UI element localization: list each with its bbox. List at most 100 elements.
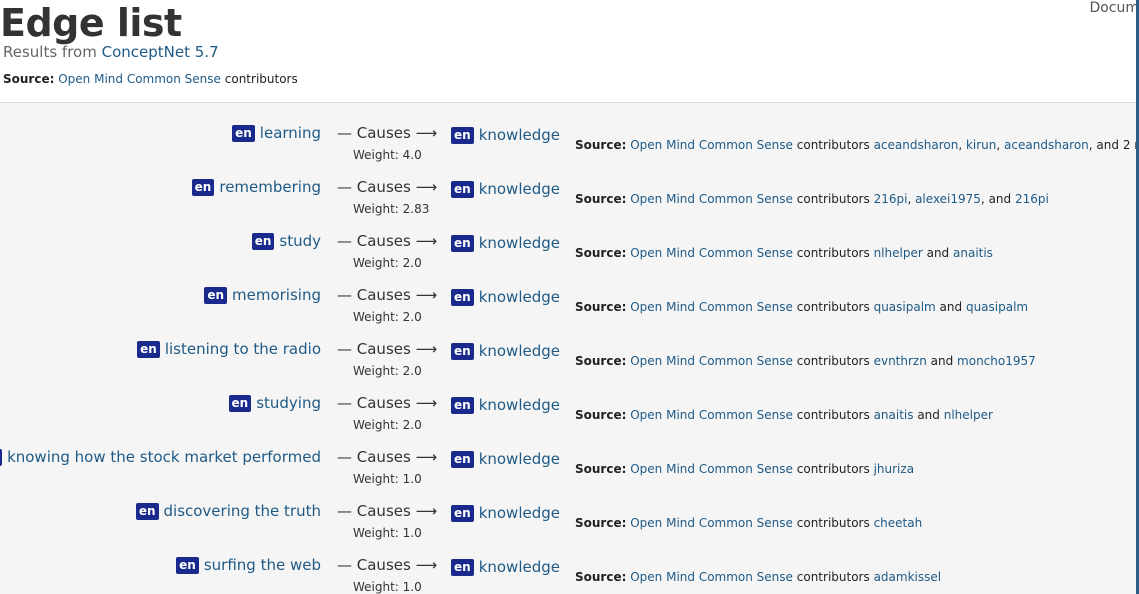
edge-source: Source: Open Mind Common Sense contribut… (575, 300, 1028, 314)
start-concept-link[interactable]: remembering (219, 178, 321, 196)
source-label: Source: (575, 138, 627, 152)
omcs-source-link[interactable]: Open Mind Common Sense (630, 516, 793, 530)
contributor-link[interactable]: quasipalm (966, 300, 1028, 314)
edge-source: Source: Open Mind Common Sense contribut… (575, 354, 1036, 368)
contributor-separator: , (996, 138, 1005, 152)
relation-link[interactable]: — Causes ⟶ (337, 393, 437, 413)
edge-end: en knowledge (451, 287, 560, 307)
contributor-link[interactable]: cheetah (874, 516, 923, 530)
edge-row: en knowing how the stock market performed… (0, 427, 1139, 486)
end-concept-link[interactable]: knowledge (479, 234, 560, 252)
contributor-link[interactable]: jhuriza (874, 462, 914, 476)
edge-end: en knowledge (451, 395, 560, 415)
start-concept-link[interactable]: discovering the truth (164, 502, 322, 520)
end-concept-link[interactable]: knowledge (479, 450, 560, 468)
edge-start: en learning (232, 123, 321, 143)
start-concept-link[interactable]: memorising (232, 286, 321, 304)
source-label: Source: (575, 462, 627, 476)
edge-row: en surfing the web — Causes ⟶ Weight: 1.0 en… (0, 535, 1139, 594)
start-concept-link[interactable]: surfing the web (204, 556, 321, 574)
language-badge: en (451, 343, 474, 360)
omcs-source-link[interactable]: Open Mind Common Sense (630, 192, 793, 206)
relation-link[interactable]: — Causes ⟶ (337, 501, 437, 521)
language-badge: en (451, 451, 474, 468)
start-concept-link[interactable]: listening to the radio (165, 340, 321, 358)
language-badge: en (451, 289, 474, 306)
language-badge: en (451, 127, 474, 144)
results-line: Results from ConceptNet 5.7 (3, 43, 219, 61)
contributor-link[interactable]: anaitis (953, 246, 993, 260)
end-concept-link[interactable]: knowledge (479, 126, 560, 144)
omcs-source-link[interactable]: Open Mind Common Sense (630, 354, 793, 368)
source-label: Source: (575, 246, 627, 260)
end-concept-link[interactable]: knowledge (479, 396, 560, 414)
contributors-label: contributors (796, 138, 870, 152)
omcs-source-link[interactable]: Open Mind Common Sense (630, 138, 793, 152)
contributor-link[interactable]: quasipalm (874, 300, 936, 314)
nav-documentation-link[interactable]: Docum (1089, 0, 1139, 16)
source-label: Source: (575, 408, 627, 422)
contributor-link[interactable]: alexei1975 (915, 192, 981, 206)
conceptnet-version-link[interactable]: ConceptNet 5.7 (102, 43, 219, 61)
contributors-label: contributors (796, 246, 870, 260)
contributors-label: contributors (796, 300, 870, 314)
contributor-link[interactable]: evnthrzn (874, 354, 927, 368)
edge-row: en study — Causes ⟶ Weight: 2.0 en knowledge S… (0, 211, 1139, 270)
start-concept-link[interactable]: study (279, 232, 321, 250)
source-label: Source: (575, 300, 627, 314)
language-badge: en (451, 181, 474, 198)
relation-link[interactable]: — Causes ⟶ (337, 231, 437, 251)
contributor-link[interactable]: 216pi (874, 192, 908, 206)
relation-link[interactable]: — Causes ⟶ (337, 339, 437, 359)
edge-weight: Weight: 1.0 (353, 580, 422, 594)
omcs-source-link[interactable]: Open Mind Common Sense (630, 246, 793, 260)
start-concept-link[interactable]: knowing how the stock market performed (7, 448, 321, 466)
omcs-source-link[interactable]: Open Mind Common Sense (630, 570, 793, 584)
edge-end: en knowledge (451, 125, 560, 145)
end-concept-link[interactable]: knowledge (479, 342, 560, 360)
contributor-link[interactable]: adamkissel (874, 570, 942, 584)
page-header: Edge list Results from ConceptNet 5.7 So… (0, 0, 1139, 103)
start-concept-link[interactable]: studying (256, 394, 321, 412)
contributors-label: contributors (796, 408, 870, 422)
edge-start: en studying (228, 393, 321, 413)
omcs-source-link[interactable]: Open Mind Common Sense (630, 300, 793, 314)
source-label: Source: (575, 192, 627, 206)
end-concept-link[interactable]: knowledge (479, 558, 560, 576)
language-badge: en (176, 557, 199, 574)
contributor-link[interactable]: aceandsharon (874, 138, 959, 152)
contributor-separator: and (935, 300, 966, 314)
start-concept-link[interactable]: learning (260, 124, 321, 142)
relation-link[interactable]: — Causes ⟶ (337, 555, 437, 575)
omcs-source-link[interactable]: Open Mind Common Sense (58, 72, 221, 86)
edge-source: Source: Open Mind Common Sense contribut… (575, 462, 914, 476)
end-concept-link[interactable]: knowledge (479, 288, 560, 306)
omcs-source-link[interactable]: Open Mind Common Sense (630, 408, 793, 422)
contributor-link[interactable]: anaitis (874, 408, 914, 422)
contributor-separator: and (926, 354, 958, 368)
omcs-source-link[interactable]: Open Mind Common Sense (630, 462, 793, 476)
edge-end: en knowledge (451, 341, 560, 361)
contributor-link[interactable]: moncho1957 (957, 354, 1036, 368)
contributor-link[interactable]: nlhelper (944, 408, 993, 422)
edge-end: en knowledge (451, 449, 560, 469)
edge-row: en studying — Causes ⟶ Weight: 2.0 en knowled… (0, 373, 1139, 432)
relation-link[interactable]: — Causes ⟶ (337, 177, 437, 197)
edge-end: en knowledge (451, 179, 560, 199)
edge-start: en discovering the truth (135, 501, 322, 521)
end-concept-link[interactable]: knowledge (479, 504, 560, 522)
language-badge: en (137, 341, 160, 358)
contributor-link[interactable]: 216pi (1015, 192, 1049, 206)
contributors-label: contributors (796, 354, 870, 368)
relation-link[interactable]: — Causes ⟶ (337, 123, 437, 143)
end-concept-link[interactable]: knowledge (479, 180, 560, 198)
contributor-link[interactable]: aceandsharon (1004, 138, 1089, 152)
relation-link[interactable]: — Causes ⟶ (337, 285, 437, 305)
contributor-separator: , and (980, 192, 1015, 206)
contributor-link[interactable]: kirun (966, 138, 996, 152)
contributor-link[interactable]: nlhelper (874, 246, 923, 260)
edge-start: en listening to the radio (137, 339, 321, 359)
relation-link[interactable]: — Causes ⟶ (337, 447, 437, 467)
edge-list: en learning — Causes ⟶ Weight: 4.0 en knowled… (0, 103, 1139, 594)
contributors-label: contributors (796, 192, 870, 206)
